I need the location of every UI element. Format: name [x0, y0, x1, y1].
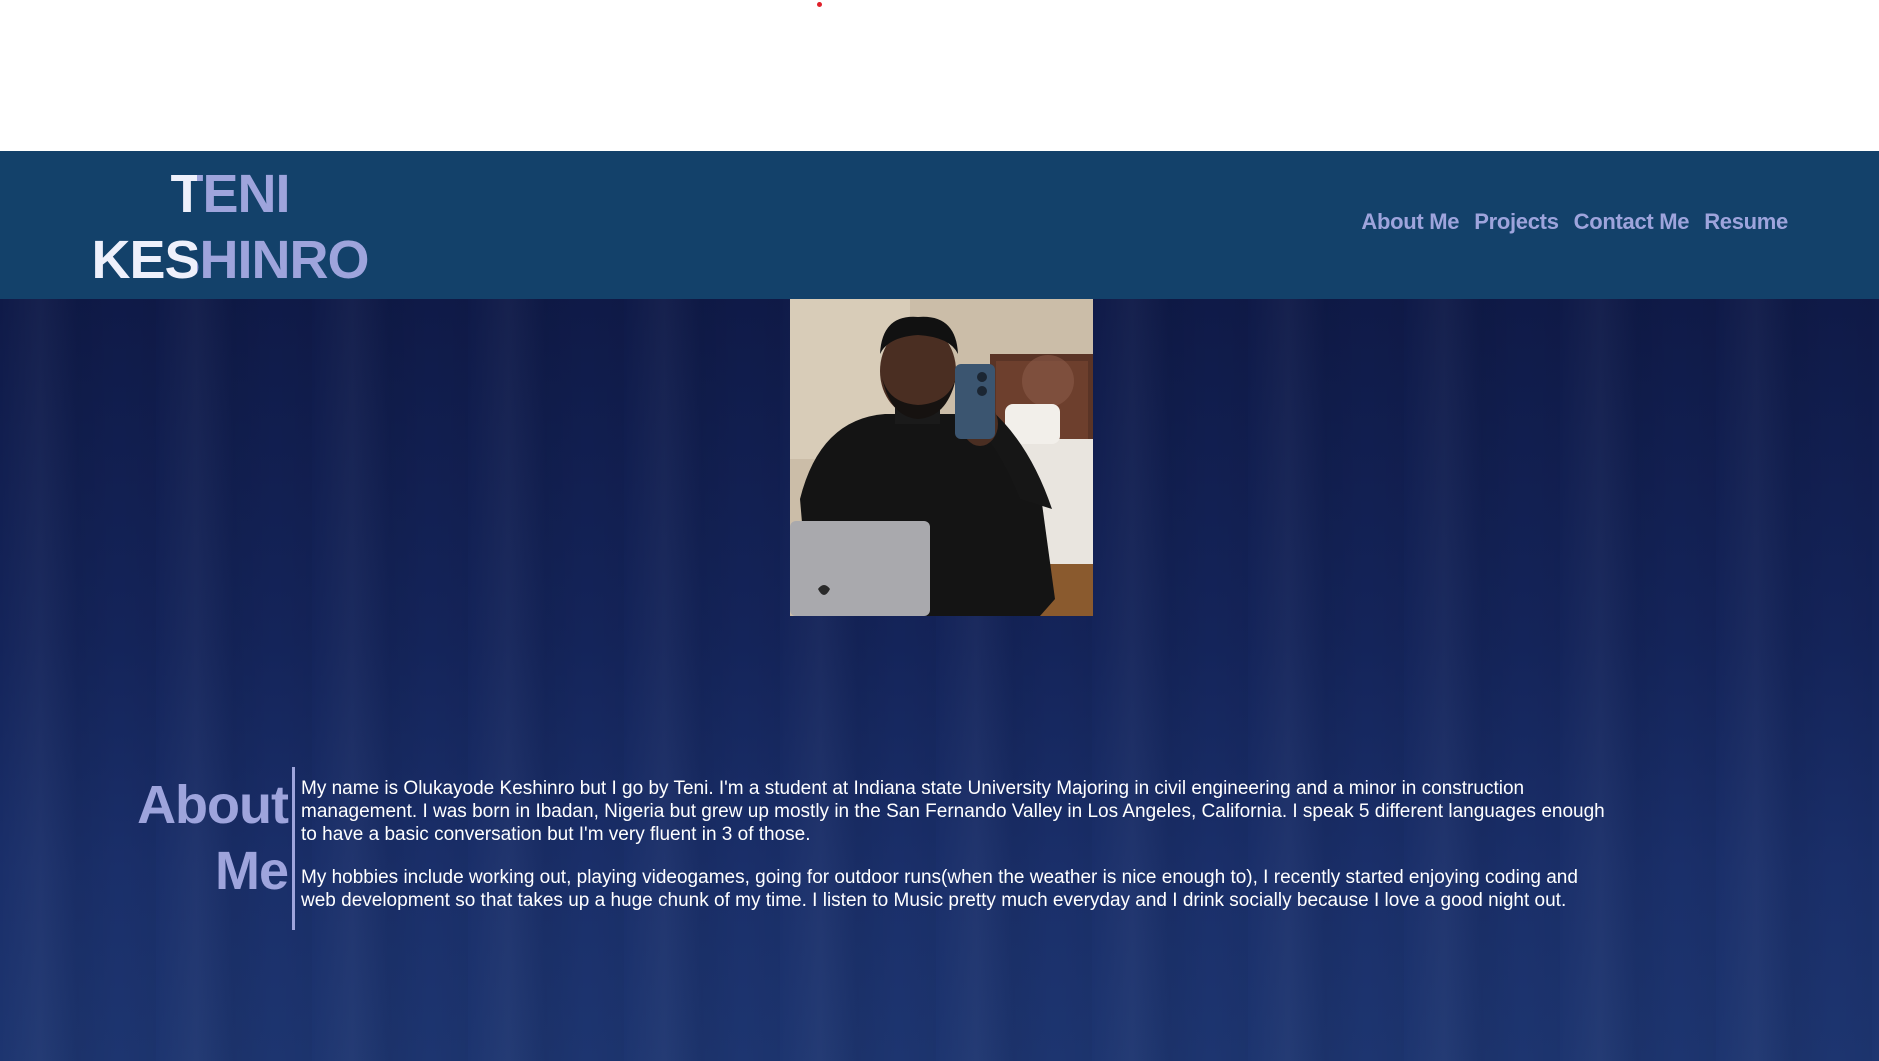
- nav-link-projects[interactable]: Projects: [1474, 209, 1559, 235]
- about-me-text: My name is Olukayode Keshinro but I go b…: [292, 767, 1611, 930]
- about-heading-line2: Me: [214, 841, 289, 901]
- about-heading-line1: About: [137, 775, 289, 835]
- logo-first-name: TENI: [170, 164, 290, 224]
- about-me-heading: About Me: [130, 772, 292, 930]
- site-header: TENI KESHINRO About Me Projects Contact …: [0, 151, 1879, 299]
- nav-link-contact-me[interactable]: Contact Me: [1574, 209, 1690, 235]
- about-paragraph-hobbies: My hobbies include working out, playing …: [301, 867, 1578, 911]
- nav-link-about-me[interactable]: About Me: [1361, 209, 1459, 235]
- profile-photo-image: [790, 299, 1093, 616]
- main-nav: About Me Projects Contact Me Resume: [1361, 209, 1788, 235]
- nav-link-resume[interactable]: Resume: [1704, 209, 1788, 235]
- about-me-section: About Me My name is Olukayode Keshinro b…: [130, 767, 1630, 930]
- about-paragraph-bio: My name is Olukayode Keshinro but I go b…: [301, 778, 1605, 845]
- main-content: About Me My name is Olukayode Keshinro b…: [0, 299, 1879, 1061]
- profile-photo: [790, 299, 1093, 616]
- red-dot-marker: [817, 2, 822, 7]
- site-logo[interactable]: TENI KESHINRO: [80, 161, 380, 293]
- logo-last-name: KESHINRO: [91, 230, 369, 290]
- top-blank-area: [0, 0, 1879, 151]
